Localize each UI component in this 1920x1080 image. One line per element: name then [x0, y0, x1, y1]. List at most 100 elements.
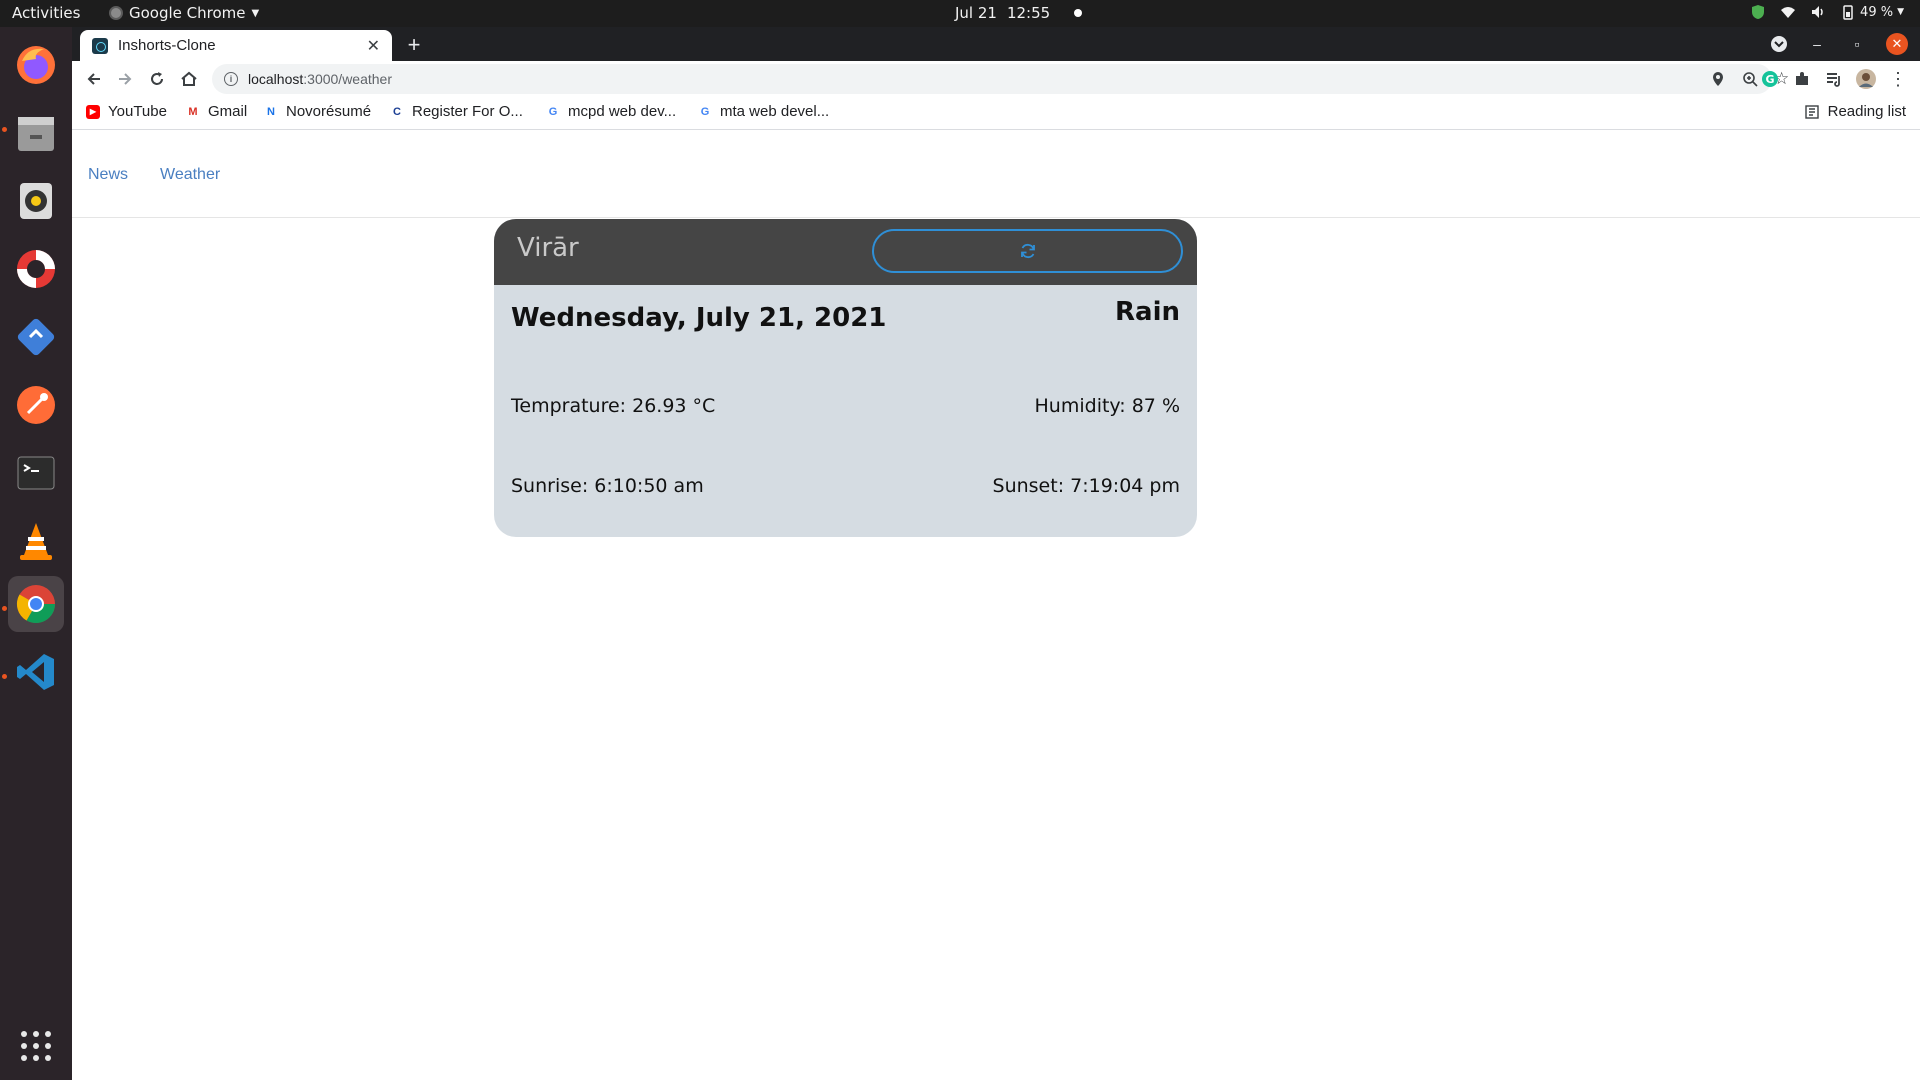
location-pin-icon: [1713, 72, 1723, 86]
location-button[interactable]: [1710, 64, 1726, 94]
wifi-icon: [1781, 7, 1796, 18]
system-top-bar: Activities Google Chrome ▼ Jul 21 12:55 …: [0, 0, 1920, 27]
activities-button[interactable]: Activities: [12, 4, 80, 22]
chrome-icon: [109, 6, 123, 20]
chevron-down-icon: ▼: [1897, 7, 1904, 17]
weather-card-header: Virār: [494, 219, 1197, 285]
dock-terminal[interactable]: [8, 445, 64, 501]
extensions-button[interactable]: [1790, 67, 1814, 91]
weather-card: Virār Wednesday, July 21, 2021 Rain Temp…: [494, 219, 1197, 537]
minimize-button[interactable]: –: [1806, 33, 1828, 55]
avatar-icon: [1856, 69, 1876, 89]
dock-postman[interactable]: [8, 377, 64, 433]
city-name: Virār: [517, 233, 579, 263]
show-applications[interactable]: [8, 1018, 64, 1074]
dock-help[interactable]: [8, 241, 64, 297]
tab-search-icon: [1771, 36, 1787, 52]
puzzle-icon: [1796, 72, 1808, 85]
arrow-left-icon: [87, 73, 100, 85]
files-icon: [18, 117, 54, 151]
app-menu-label: Google Chrome: [129, 4, 246, 22]
tab-title: Inshorts-Clone: [118, 37, 216, 54]
running-indicator: [2, 127, 7, 132]
maximize-button[interactable]: ▫: [1846, 33, 1868, 55]
dock-vscode[interactable]: [8, 644, 64, 700]
dock-firefox[interactable]: [8, 37, 64, 93]
system-tray[interactable]: 49 % ▼: [1750, 4, 1904, 20]
app-grid-icon: [21, 1031, 51, 1061]
reading-list-icon: [1804, 104, 1819, 119]
firefox-icon: [17, 46, 55, 84]
dock-chrome[interactable]: [8, 576, 64, 632]
home-button[interactable]: [177, 67, 201, 91]
help-lifebuoy-icon: [17, 250, 55, 288]
google-icon: G: [700, 105, 710, 118]
novoresume-icon: N: [267, 105, 275, 118]
tab-close-icon[interactable]: ✕: [367, 36, 380, 56]
back-button[interactable]: [82, 67, 106, 91]
nav-weather-link[interactable]: Weather: [160, 166, 220, 184]
reading-list-button[interactable]: Reading list: [1804, 103, 1906, 120]
bookmark-gmail[interactable]: M Gmail: [186, 103, 247, 120]
dock-files[interactable]: [8, 105, 64, 161]
bookmark-youtube[interactable]: ▶ YouTube: [86, 103, 167, 120]
software-updater-icon: [17, 318, 55, 356]
coursera-icon: C: [393, 105, 401, 118]
dock: [0, 27, 72, 1080]
minimize-icon: –: [1813, 36, 1821, 52]
profile-avatar[interactable]: [1854, 67, 1878, 91]
chrome-menu-button[interactable]: ⋮: [1886, 67, 1910, 91]
sunset-value: Sunset: 7:19:04 pm: [992, 475, 1180, 497]
volume-icon: [1812, 6, 1823, 18]
temperature-value: Temprature: 26.93 °C: [511, 395, 716, 417]
site-info-icon[interactable]: i: [224, 72, 238, 86]
app-menu[interactable]: Google Chrome ▼: [109, 4, 259, 22]
zoom-button[interactable]: [1742, 64, 1758, 94]
bookmark-mta[interactable]: G mta web devel...: [698, 103, 830, 120]
close-icon: ✕: [1891, 36, 1903, 51]
media-queue-icon: [1827, 73, 1840, 87]
react-favicon-icon: [92, 37, 108, 54]
tab-strip: Inshorts-Clone ✕ + – ▫ ✕: [72, 27, 1920, 61]
maximize-icon: ▫: [1854, 36, 1860, 52]
reload-icon: [151, 72, 163, 85]
refresh-button[interactable]: [872, 229, 1183, 273]
weather-condition: Rain: [1115, 297, 1180, 327]
refresh-icon: [1020, 243, 1035, 259]
running-indicator: [2, 606, 7, 611]
reload-button[interactable]: [145, 67, 169, 91]
tab-search-button[interactable]: [1768, 33, 1790, 55]
url-host: localhost: [248, 71, 304, 87]
grammarly-icon: G: [1762, 71, 1778, 87]
google-icon: G: [548, 105, 558, 118]
address-bar[interactable]: i localhost:3000/weather ☆: [212, 64, 1789, 94]
bookmark-label: mta web devel...: [720, 103, 830, 120]
media-controls-button[interactable]: [1822, 67, 1846, 91]
close-window-button[interactable]: ✕: [1886, 33, 1908, 55]
reading-list-label: Reading list: [1827, 103, 1906, 120]
zoom-icon: [1743, 72, 1758, 87]
nav-news-link[interactable]: News: [88, 166, 128, 184]
browser-toolbar: i localhost:3000/weather ☆ G ⋮: [72, 61, 1920, 97]
dock-rhythmbox[interactable]: [8, 173, 64, 229]
bookmark-register[interactable]: C Register For O...: [390, 103, 523, 120]
svg-text:G: G: [1765, 73, 1774, 86]
running-indicator: [2, 674, 7, 679]
weather-card-body: Wednesday, July 21, 2021 Rain Temprature…: [494, 285, 1197, 537]
vlc-icon: [20, 523, 52, 560]
clock[interactable]: Jul 21 12:55: [955, 4, 1083, 22]
weather-date: Wednesday, July 21, 2021: [511, 303, 887, 333]
clock-time: 12:55: [1006, 4, 1051, 22]
forward-button[interactable]: [113, 67, 137, 91]
kebab-menu-icon: ⋮: [1889, 68, 1907, 89]
dock-vlc[interactable]: [8, 513, 64, 569]
grammarly-extension[interactable]: G: [1758, 67, 1782, 91]
dock-software-updater[interactable]: [8, 309, 64, 365]
bookmark-novoresume[interactable]: N Novorésumé: [264, 103, 371, 120]
rhythmbox-icon: [20, 183, 52, 219]
tab-inshorts-clone[interactable]: Inshorts-Clone ✕: [80, 30, 392, 61]
new-tab-button[interactable]: +: [400, 31, 428, 59]
shield-icon: [1752, 5, 1765, 19]
bookmarks-bar: ▶ YouTube M Gmail N Novorésumé C Registe…: [72, 97, 1920, 130]
bookmark-mcpd[interactable]: G mcpd web dev...: [546, 103, 676, 120]
